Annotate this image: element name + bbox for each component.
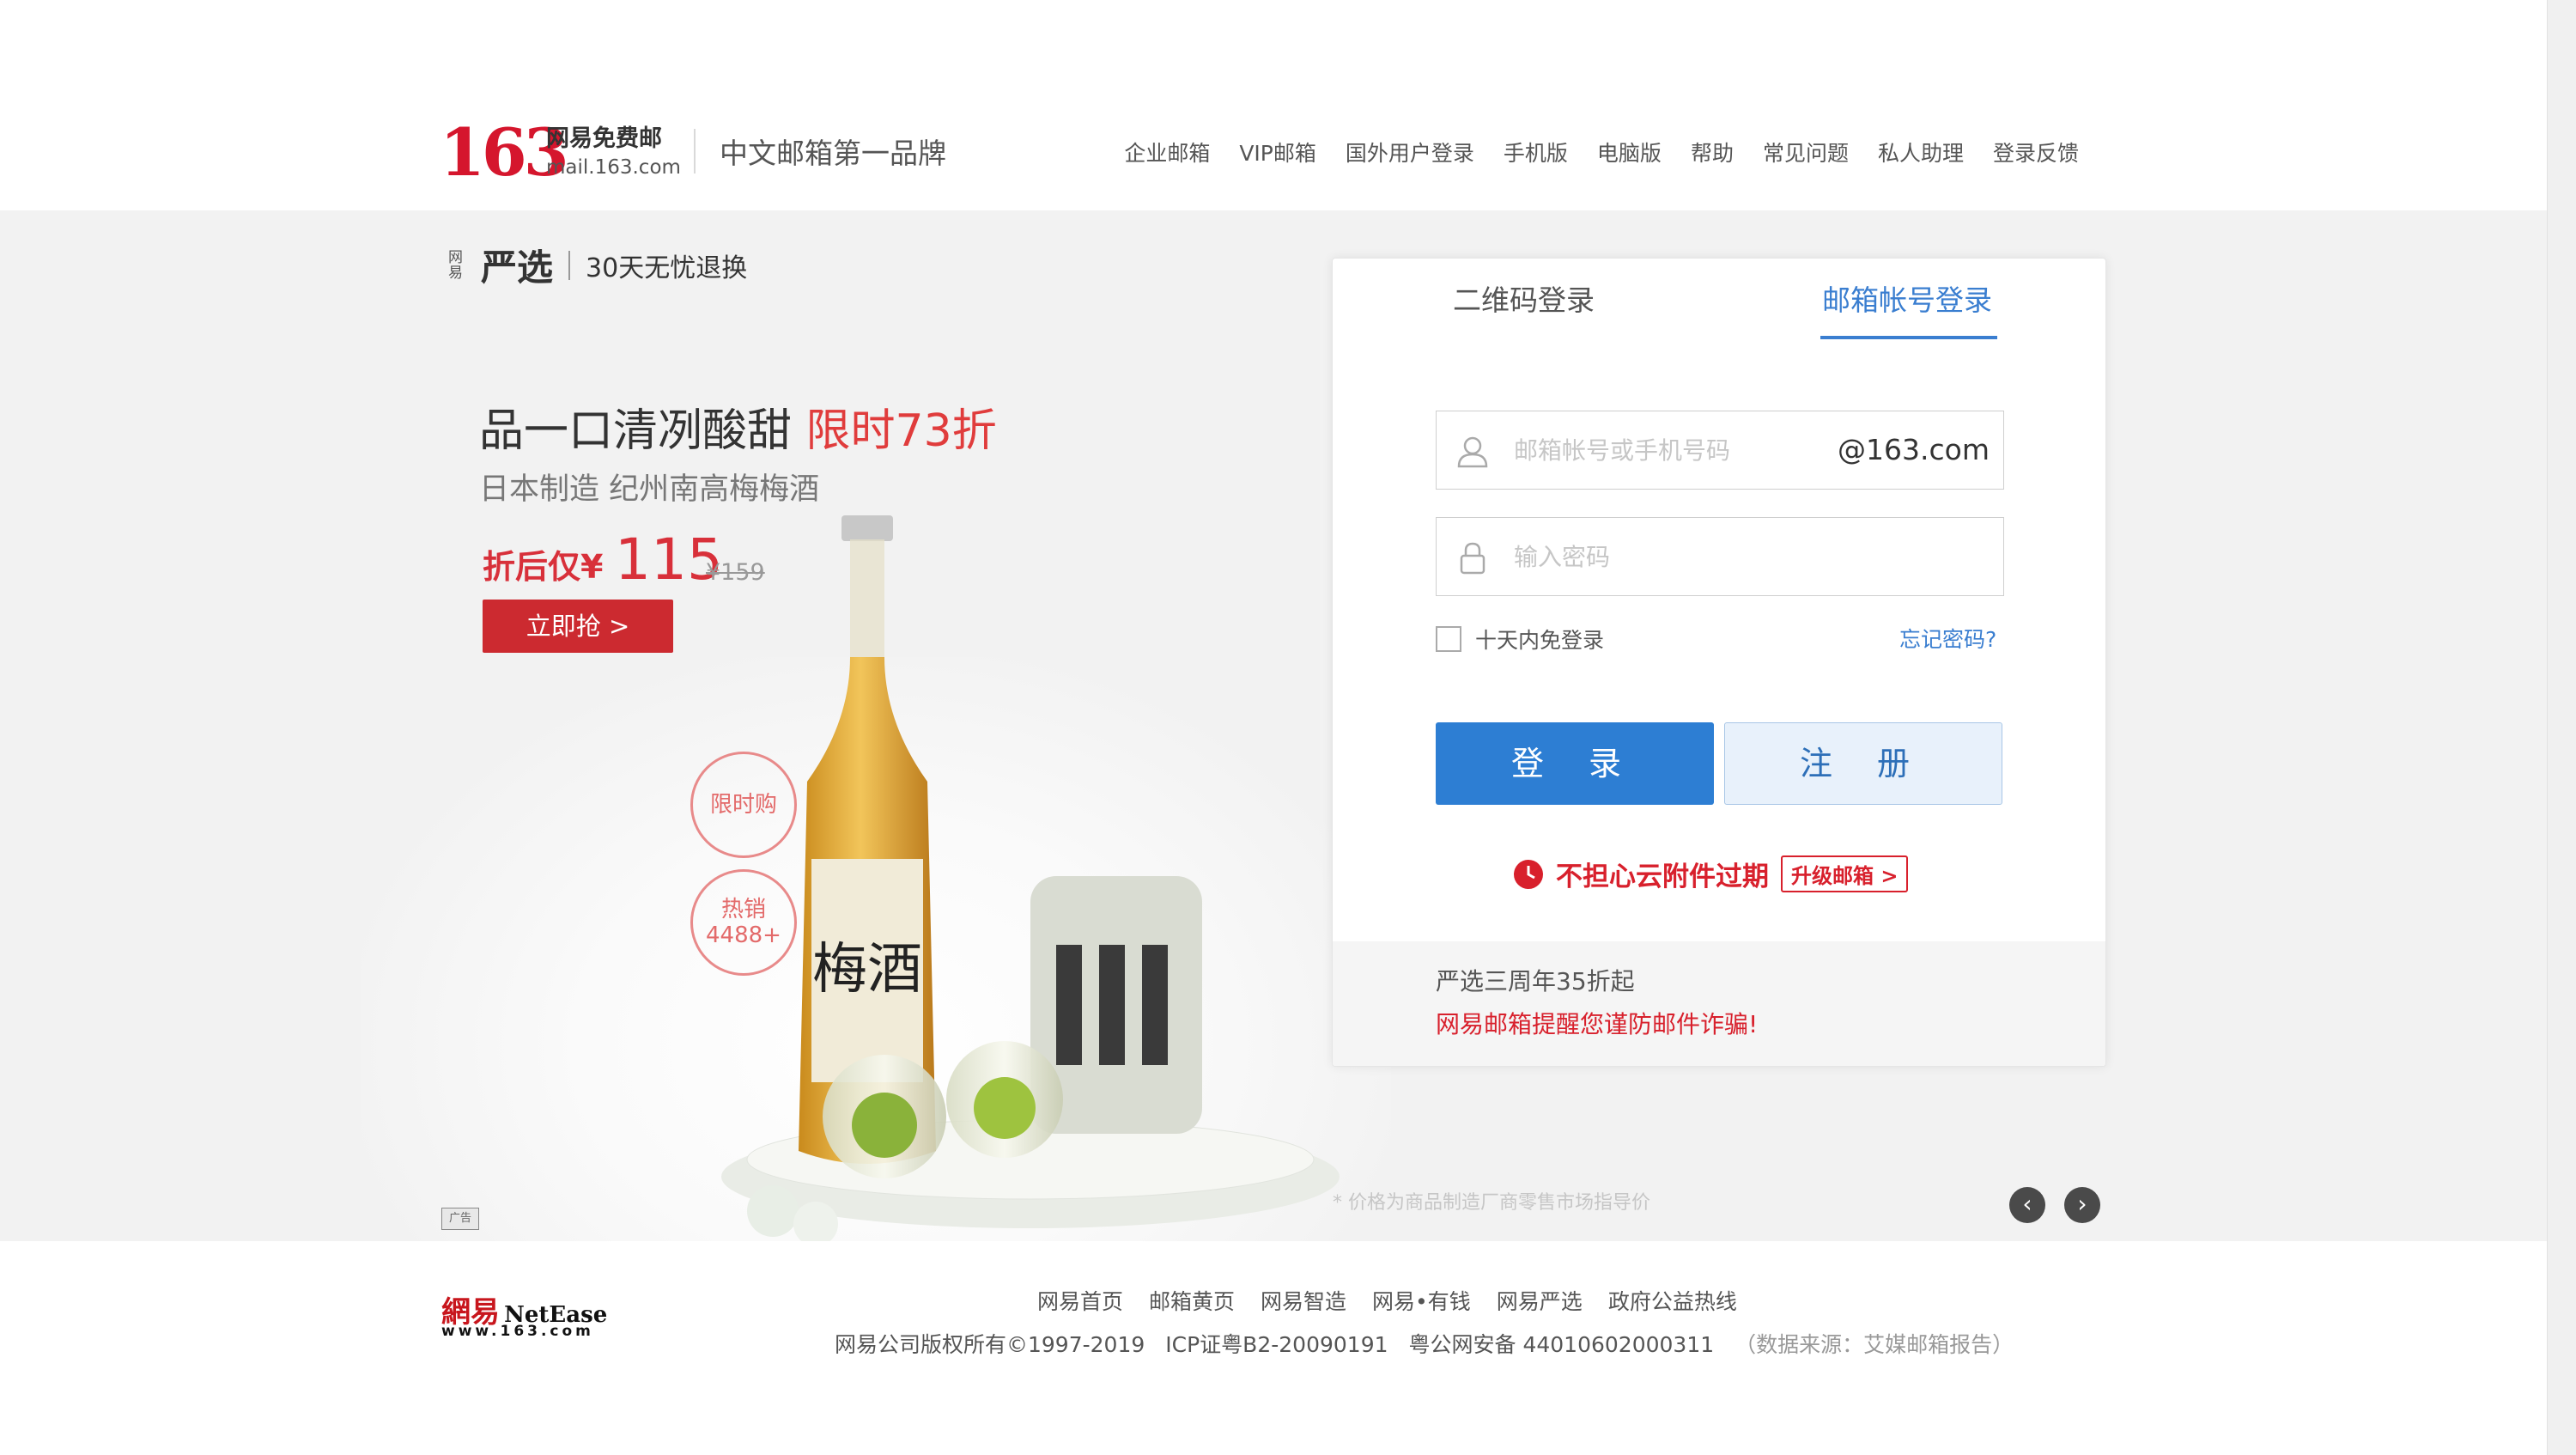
nav-assistant[interactable]: 私人助理 (1878, 139, 1964, 168)
promo-title-highlight: 限时73折 (805, 405, 997, 457)
site-header: 163 网易免费邮 mail.163.com 中文邮箱第一品牌 企业邮箱 VIP… (0, 0, 2547, 210)
banner-prev-button[interactable]: ‹ (2009, 1187, 2045, 1223)
tab-active-indicator (1820, 336, 1997, 339)
nav-feedback[interactable]: 登录反馈 (1993, 139, 2079, 168)
login-button[interactable]: 登 录 (1436, 722, 1714, 805)
ad-mark: 广告 (441, 1208, 479, 1230)
logo-domain: mail.163.com (546, 156, 681, 179)
clock-icon (1514, 859, 1543, 889)
register-button[interactable]: 注 册 (1724, 722, 2002, 805)
username-field[interactable]: @163.com (1436, 411, 2004, 490)
footer-link-home[interactable]: 网易首页 (1037, 1285, 1123, 1316)
vertical-scrollbar[interactable] (2547, 0, 2576, 1455)
banner-next-button[interactable]: › (2064, 1187, 2100, 1223)
card-footer-warning[interactable]: 网易邮箱提醒您谨防邮件诈骗! (1436, 1006, 1758, 1040)
bottle-label: 梅酒 (812, 938, 922, 1001)
yanxuan-logo: 网易 严选 30天无忧退换 (448, 239, 747, 291)
data-source: （数据来源：艾媒邮箱报告） (1735, 1332, 2014, 1357)
promo-title-main: 品一口清冽酸甜 (479, 405, 793, 457)
top-nav: 企业邮箱 VIP邮箱 国外用户登录 手机版 电脑版 帮助 常见问题 私人助理 登… (1124, 139, 2079, 168)
police-record[interactable]: 粤公网安备 44010602000311 (1409, 1328, 1715, 1359)
remember-label: 十天内免登录 (1475, 628, 1605, 653)
price-label: 折后仅¥ (483, 548, 604, 586)
footer-link-yanxuan[interactable]: 网易严选 (1497, 1285, 1583, 1316)
password-input[interactable] (1512, 518, 1979, 595)
password-field[interactable] (1436, 517, 2004, 596)
copyright-text: 网易公司版权所有©1997-2019 (835, 1332, 1145, 1357)
promo-text: 不担心云附件过期 (1556, 861, 1769, 892)
yanxuan-slogan: 30天无忧退换 (586, 253, 748, 283)
domain-suffix: @163.com (1838, 433, 1990, 466)
copyright-line: 网易公司版权所有©1997-2019 ICP证粤B2-20090191 粤公网安… (835, 1328, 2014, 1359)
plum-wine-illustration: 梅酒 (721, 515, 1340, 1245)
nav-vip-mail[interactable]: VIP邮箱 (1239, 139, 1316, 168)
nav-help[interactable]: 帮助 (1691, 139, 1734, 168)
footer-link-yellowpages[interactable]: 邮箱黄页 (1149, 1285, 1235, 1316)
promo-title: 品一口清冽酸甜 限时73折 (479, 404, 997, 459)
yanxuan-divider (568, 250, 571, 280)
header-divider (694, 129, 696, 174)
user-icon (1457, 436, 1488, 468)
icp-license[interactable]: ICP证粤B2-20090191 (1165, 1328, 1388, 1359)
header-slogan: 中文邮箱第一品牌 (720, 137, 946, 170)
remember-checkbox[interactable] (1436, 626, 1461, 652)
footer-link-youqian[interactable]: 网易•有钱 (1372, 1285, 1471, 1316)
yanxuan-small-text: 网易 (448, 248, 463, 282)
price-disclaimer: * 价格为商品制造厂商零售市场指导价 (1333, 1192, 1650, 1214)
card-footer (1333, 941, 2105, 1066)
card-footer-promo[interactable]: 严选三周年35折起 (1436, 963, 1635, 997)
netease-logo-url: www.163.com (441, 1323, 594, 1340)
login-card: 二维码登录 邮箱帐号登录 @163.com 十天内免登录 忘记密码? 登 录 注… (1332, 258, 2106, 1067)
tab-account-login[interactable]: 邮箱帐号登录 (1822, 281, 1992, 320)
tab-qr-login[interactable]: 二维码登录 (1453, 281, 1595, 320)
username-input[interactable] (1512, 411, 1842, 489)
remember-me[interactable]: 十天内免登录 (1436, 624, 1604, 654)
yanxuan-brand: 严选 (481, 247, 554, 289)
nav-enterprise-mail[interactable]: 企业邮箱 (1124, 139, 1210, 168)
upgrade-mailbox-button[interactable]: 升级邮箱 > (1781, 855, 1909, 892)
nav-mobile[interactable]: 手机版 (1504, 139, 1568, 168)
forgot-password-link[interactable]: 忘记密码? (1899, 623, 1996, 654)
nav-faq[interactable]: 常见问题 (1763, 139, 1849, 168)
logo-text: 网易免费邮 (546, 125, 662, 152)
lock-icon (1460, 542, 1485, 575)
nav-overseas-login[interactable]: 国外用户登录 (1346, 139, 1474, 168)
footer-link-zhizao[interactable]: 网易智造 (1261, 1285, 1346, 1316)
upgrade-promo: 不担心云附件过期 升级邮箱 > (1513, 855, 1909, 893)
footer-link-hotline[interactable]: 政府公益热线 (1608, 1285, 1737, 1316)
footer-links: 网易首页 邮箱黄页 网易智造 网易•有钱 网易严选 政府公益热线 (1037, 1285, 1737, 1316)
nav-desktop[interactable]: 电脑版 (1597, 139, 1662, 168)
buy-now-button[interactable]: 立即抢 > (483, 600, 673, 653)
